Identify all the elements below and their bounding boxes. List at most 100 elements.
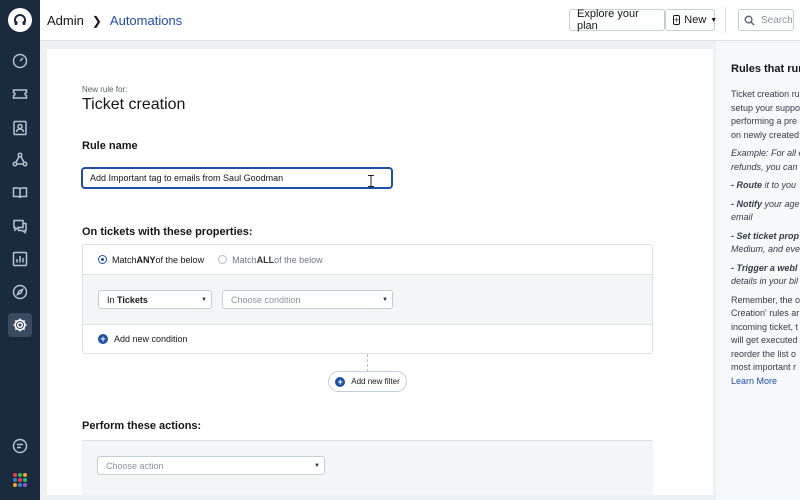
help-route-rest: it to you [762, 180, 797, 190]
bar-chart-icon [12, 251, 28, 267]
apps-dot [23, 478, 27, 482]
nav-contacts[interactable] [8, 116, 32, 140]
text-cursor-icon [368, 175, 374, 187]
apps-dot [23, 473, 27, 477]
help-route-bold: - Route [731, 180, 762, 190]
condition-row: In Tickets ▼ Choose condition ▼ [83, 275, 652, 325]
match-all-prefix: Match [232, 254, 257, 265]
scope-prefix: In [107, 294, 118, 305]
add-filter-button[interactable]: + Add new filter [328, 371, 407, 392]
rule-name-value: Add Important tag to emails from Saul Go… [90, 173, 284, 183]
help-line: Ticket creation ru [731, 89, 800, 99]
help-body: Ticket creation ru setup your suppo perf… [731, 88, 800, 388]
page-title: Ticket creation [82, 96, 186, 113]
headset-logo-icon [14, 14, 26, 25]
chevron-down-icon: ▼ [201, 296, 207, 303]
scope-select[interactable]: In Tickets ▼ [98, 290, 212, 309]
nav-tickets[interactable] [8, 82, 32, 106]
nav-groups[interactable] [8, 148, 32, 172]
help-line: incoming ticket, t [731, 321, 799, 332]
nav-knowledge-base[interactable] [8, 181, 32, 205]
actions-label: Perform these actions: [82, 420, 202, 432]
nav-admin-settings[interactable] [8, 313, 32, 337]
action-placeholder: Choose action [106, 460, 164, 471]
plus-box-icon: + [673, 14, 681, 25]
add-filter-label: Add new filter [351, 377, 400, 386]
rule-editor-card: New rule for: Ticket creation Rule name … [47, 49, 713, 495]
rule-name-input[interactable]: Add Important tag to emails from Saul Go… [81, 167, 393, 189]
help-line: on newly created [731, 129, 800, 140]
radio-selected-icon [98, 255, 107, 264]
new-button[interactable]: + New ▼ [665, 9, 718, 31]
add-condition-label: Add new condition [114, 334, 188, 344]
help-example-line: Example: For all e [731, 148, 800, 158]
condition-placeholder: Choose condition [231, 294, 301, 305]
help-notify-bold: - Notify [731, 198, 762, 209]
match-all-radio[interactable]: Match ALL of the below [218, 255, 323, 265]
help-trigger-bold: - Trigger a webl [731, 262, 798, 273]
help-line: will get executed [731, 335, 798, 345]
help-line: Creation' rules ar [731, 308, 800, 318]
ticket-icon [12, 89, 28, 99]
explore-plan-label: Explore your plan [577, 8, 639, 32]
scope-selected: Tickets [117, 294, 148, 305]
help-set-bold: - Set ticket prop [731, 230, 800, 241]
help-example-line: refunds, you can [731, 161, 798, 172]
nav-dashboard[interactable] [8, 49, 32, 73]
match-any-radio[interactable]: Match ANY of the below [98, 255, 204, 265]
rule-for-subtitle: New rule for: [82, 85, 128, 94]
contact-card-icon [13, 120, 27, 136]
help-line: Remember, the o [731, 294, 800, 305]
breadcrumb: Admin ❯ Automations [47, 13, 182, 28]
help-notify-line2: email [731, 212, 753, 222]
match-all-suffix: of the below [274, 254, 323, 265]
breadcrumb-admin[interactable]: Admin [47, 13, 84, 28]
help-trigger-line2: details in your bil [731, 276, 799, 286]
dashboard-gauge-icon [12, 53, 28, 69]
top-header: Admin ❯ Automations Explore your plan + … [40, 0, 800, 41]
match-all-bold: ALL [256, 254, 275, 265]
conditions-panel: Match ANY of the below Match ALL of the … [82, 244, 653, 354]
apps-launcher-icon[interactable] [13, 473, 27, 487]
apps-dot [18, 478, 22, 482]
search-icon [744, 15, 755, 26]
left-nav-rail [0, 0, 40, 500]
chat-icon [13, 219, 27, 234]
explore-plan-button[interactable]: Explore your plan [569, 8, 665, 32]
add-circle-icon: + [98, 334, 108, 344]
help-notify-rest: your age [762, 198, 800, 209]
filter-connector-line [367, 354, 368, 372]
add-circle-icon: + [335, 376, 346, 387]
apps-dot [18, 473, 22, 477]
actions-panel: Choose action ▼ [82, 440, 653, 495]
app-logo[interactable] [8, 8, 32, 32]
rule-name-label: Rule name [82, 140, 138, 152]
match-mode-group: Match ANY of the below Match ALL of the … [83, 245, 652, 275]
search-input[interactable]: Search [738, 9, 794, 31]
chevron-down-icon: ▼ [314, 462, 320, 469]
add-condition-button[interactable]: + Add new condition [83, 325, 652, 353]
nav-conversations[interactable] [8, 214, 32, 238]
help-line: most important r [731, 362, 797, 372]
nav-notes[interactable] [8, 434, 32, 458]
apps-dot [13, 483, 17, 487]
chevron-down-icon: ▼ [710, 16, 718, 24]
nav-explore[interactable] [8, 280, 32, 304]
help-title: Rules that run [731, 63, 800, 75]
nav-analytics[interactable] [8, 247, 32, 271]
notes-icon [12, 438, 28, 454]
chevron-down-icon: ▼ [382, 296, 388, 303]
apps-dot [13, 478, 17, 482]
action-select[interactable]: Choose action ▼ [97, 456, 325, 475]
breadcrumb-chevron-icon: ❯ [91, 13, 102, 28]
scope-value: In Tickets [107, 295, 197, 305]
compass-icon [12, 284, 28, 300]
match-any-bold: ANY [136, 254, 156, 265]
condition-select[interactable]: Choose condition ▼ [222, 290, 393, 309]
apps-dot [13, 473, 17, 477]
learn-more-link[interactable]: Learn More [731, 375, 800, 389]
match-any-suffix: of the below [155, 254, 205, 265]
help-line: setup your suppo [731, 102, 800, 113]
help-set-line2: Medium, and eve [731, 244, 800, 254]
breadcrumb-automations[interactable]: Automations [110, 13, 182, 28]
